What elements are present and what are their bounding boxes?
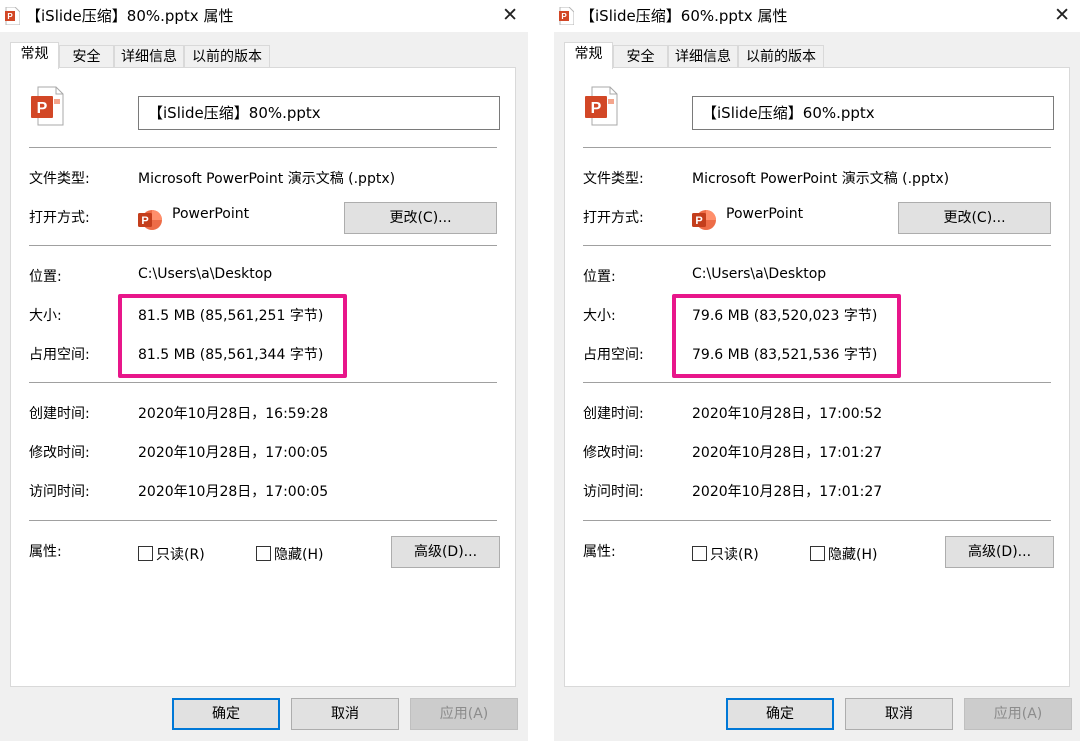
created-label: 创建时间:: [29, 406, 90, 422]
powerpoint-file-icon: P: [5, 7, 20, 25]
powerpoint-file-icon: P: [559, 7, 574, 25]
svg-text:P: P: [37, 100, 48, 117]
size-label: 大小:: [29, 308, 62, 324]
location-label: 位置:: [29, 269, 62, 285]
modified-value: 2020年10月28日，17:00:05: [138, 445, 329, 461]
hidden-checkbox[interactable]: [810, 546, 825, 561]
svg-text:P: P: [695, 215, 702, 227]
attributes-label: 属性:: [583, 544, 616, 560]
properties-dialog-60: P 【iSlide压缩】60%.pptx 属性 ✕ 常规 安全 详细信息 以前的…: [554, 0, 1080, 741]
accessed-value: 2020年10月28日，17:01:27: [692, 484, 883, 500]
general-panel: P 【iSlide压缩】60%.pptx 文件类型: Microsoft Pow…: [564, 67, 1070, 687]
powerpoint-file-icon: P: [31, 86, 64, 126]
divider: [29, 245, 497, 246]
cancel-button[interactable]: 取消: [845, 698, 953, 730]
tab-general[interactable]: 常规: [564, 42, 613, 69]
modified-label: 修改时间:: [583, 445, 644, 461]
cancel-button[interactable]: 取消: [291, 698, 399, 730]
divider: [29, 382, 497, 383]
tab-general[interactable]: 常规: [10, 42, 59, 69]
powerpoint-app-icon: P: [692, 210, 716, 230]
location-label: 位置:: [583, 269, 616, 285]
tab-details[interactable]: 详细信息: [668, 45, 738, 68]
powerpoint-app-icon: P: [138, 210, 162, 230]
accessed-label: 访问时间:: [29, 484, 90, 500]
modified-value: 2020年10月28日，17:01:27: [692, 445, 883, 461]
window-title: 【iSlide压缩】80%.pptx 属性: [26, 7, 234, 25]
open-with-app: PowerPoint: [172, 206, 250, 222]
title-bar: P 【iSlide压缩】60%.pptx 属性 ✕: [554, 0, 1080, 32]
divider: [583, 245, 1051, 246]
ok-button[interactable]: 确定: [726, 698, 834, 730]
open-with-app: PowerPoint: [726, 206, 804, 222]
location-value: C:\Users\a\Desktop: [692, 266, 827, 282]
highlight-box: [672, 294, 901, 378]
file-name-input[interactable]: 【iSlide压缩】60%.pptx: [692, 96, 1054, 130]
close-icon[interactable]: ✕: [502, 4, 518, 26]
divider: [29, 147, 497, 148]
readonly-checkbox[interactable]: [692, 546, 707, 561]
svg-text:P: P: [141, 215, 148, 227]
powerpoint-file-icon: P: [585, 86, 618, 126]
file-type-label: 文件类型:: [583, 171, 644, 187]
tab-previous-versions[interactable]: 以前的版本: [184, 45, 270, 68]
created-value: 2020年10月28日，16:59:28: [138, 406, 329, 422]
readonly-checkbox[interactable]: [138, 546, 153, 561]
change-button[interactable]: 更改(C)...: [898, 202, 1051, 234]
close-icon[interactable]: ✕: [1054, 4, 1070, 26]
readonly-checkbox-label[interactable]: 只读(R): [156, 544, 205, 564]
title-bar: P 【iSlide压缩】80%.pptx 属性 ✕: [0, 0, 528, 32]
divider: [583, 520, 1051, 521]
accessed-label: 访问时间:: [583, 484, 644, 500]
advanced-button[interactable]: 高级(D)...: [945, 536, 1054, 568]
apply-button[interactable]: 应用(A): [410, 698, 518, 730]
highlight-box: [118, 294, 347, 378]
file-type-value: Microsoft PowerPoint 演示文稿 (.pptx): [692, 171, 950, 187]
svg-text:P: P: [561, 12, 567, 21]
tab-previous-versions[interactable]: 以前的版本: [738, 45, 824, 68]
tab-security[interactable]: 安全: [59, 45, 114, 68]
location-value: C:\Users\a\Desktop: [138, 266, 273, 282]
advanced-button[interactable]: 高级(D)...: [391, 536, 500, 568]
disk-size-label: 占用空间:: [29, 347, 90, 363]
change-button[interactable]: 更改(C)...: [344, 202, 497, 234]
window-title: 【iSlide压缩】60%.pptx 属性: [580, 7, 788, 25]
properties-dialog-80: P 【iSlide压缩】80%.pptx 属性 ✕ 常规 安全 详细信息 以前的…: [0, 0, 528, 741]
file-type-label: 文件类型:: [29, 171, 90, 187]
modified-label: 修改时间:: [29, 445, 90, 461]
readonly-checkbox-label[interactable]: 只读(R): [710, 544, 759, 564]
tab-details[interactable]: 详细信息: [114, 45, 184, 68]
general-panel: P 【iSlide压缩】80%.pptx 文件类型: Microsoft Pow…: [10, 67, 516, 687]
apply-button[interactable]: 应用(A): [964, 698, 1072, 730]
svg-text:P: P: [591, 100, 602, 117]
accessed-value: 2020年10月28日，17:00:05: [138, 484, 329, 500]
file-type-value: Microsoft PowerPoint 演示文稿 (.pptx): [138, 171, 396, 187]
created-value: 2020年10月28日，17:00:52: [692, 406, 883, 422]
divider: [583, 147, 1051, 148]
divider: [29, 520, 497, 521]
disk-size-label: 占用空间:: [583, 347, 644, 363]
svg-text:P: P: [7, 12, 13, 21]
hidden-checkbox-label[interactable]: 隐藏(H): [828, 544, 877, 564]
hidden-checkbox[interactable]: [256, 546, 271, 561]
file-name-input[interactable]: 【iSlide压缩】80%.pptx: [138, 96, 500, 130]
created-label: 创建时间:: [583, 406, 644, 422]
hidden-checkbox-label[interactable]: 隐藏(H): [274, 544, 323, 564]
divider: [583, 382, 1051, 383]
attributes-label: 属性:: [29, 544, 62, 560]
tab-security[interactable]: 安全: [613, 45, 668, 68]
ok-button[interactable]: 确定: [172, 698, 280, 730]
open-with-label: 打开方式:: [29, 210, 90, 226]
size-label: 大小:: [583, 308, 616, 324]
open-with-label: 打开方式:: [583, 210, 644, 226]
